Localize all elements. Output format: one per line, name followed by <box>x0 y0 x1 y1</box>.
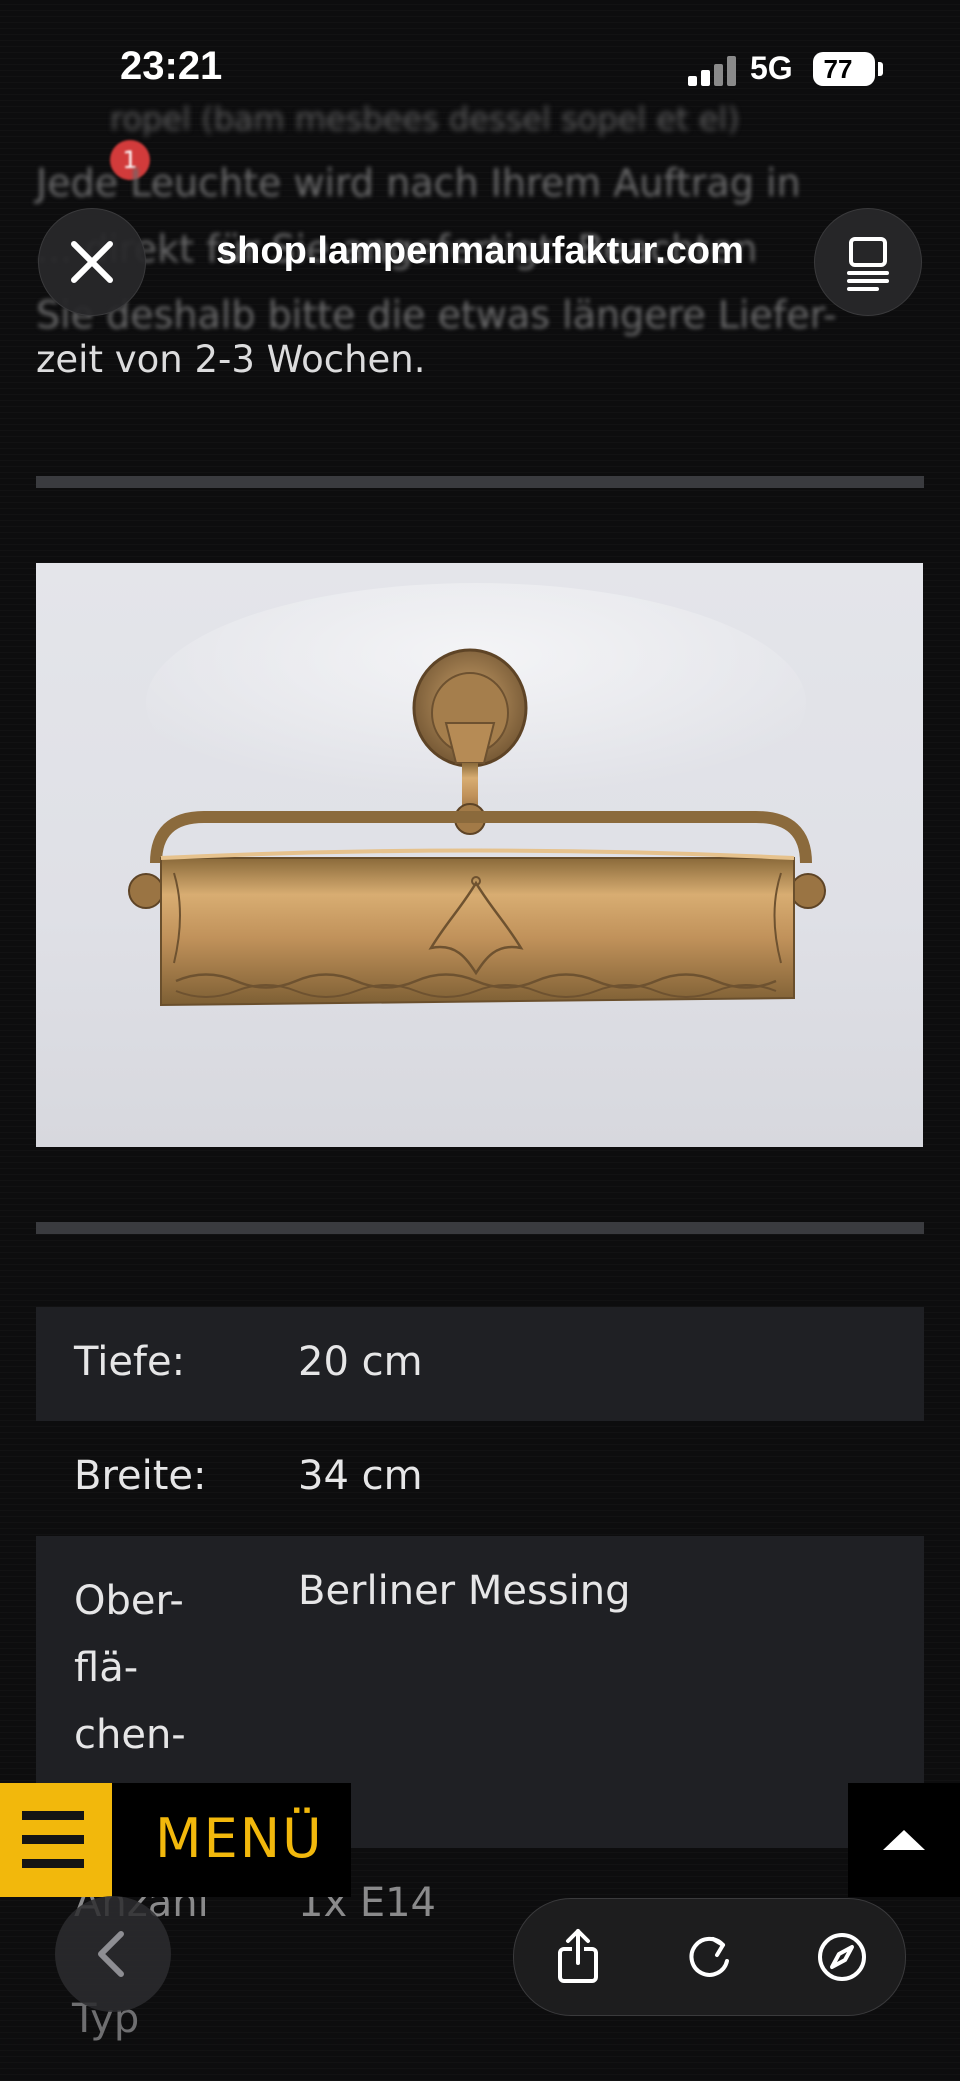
reload-icon[interactable] <box>677 1925 741 1989</box>
cellular-signal-icon <box>688 54 736 86</box>
reader-button[interactable] <box>814 208 922 316</box>
status-time: 23:21 <box>120 44 223 88</box>
delivery-time-text: zeit von 2-3 Wochen. <box>36 338 426 381</box>
product-image <box>36 563 923 1147</box>
menu-icon <box>0 1783 112 1897</box>
battery-icon: 77 <box>813 52 875 86</box>
spec-value: Berliner Messing <box>298 1568 631 1614</box>
url-bar: shop.lampenmanufaktur.com <box>0 200 960 324</box>
url-text[interactable]: shop.lampenmanufaktur.com <box>150 230 810 273</box>
close-icon <box>71 241 113 283</box>
browser-toolbar <box>513 1898 906 2016</box>
scroll-top-icon[interactable] <box>848 1783 960 1897</box>
battery-tip <box>878 62 883 76</box>
menu-button[interactable]: MENÜ <box>0 1783 351 1897</box>
spec-value: 20 cm <box>298 1339 423 1385</box>
spec-row-width: Breite: 34 cm <box>36 1421 924 1536</box>
status-bar: 23:21 5G 77 <box>0 0 960 140</box>
compass-icon[interactable] <box>810 1925 874 1989</box>
back-icon <box>98 1931 124 1977</box>
close-button[interactable] <box>38 208 146 316</box>
spec-label: Tiefe: <box>74 1339 186 1385</box>
network-type: 5G <box>750 50 793 86</box>
section-divider <box>36 476 924 488</box>
battery-level: 77 <box>823 54 853 84</box>
spec-value: 34 cm <box>298 1453 423 1499</box>
reader-icon <box>847 237 889 291</box>
back-button[interactable] <box>55 1896 171 2012</box>
section-divider <box>36 1222 924 1234</box>
menu-label: MENÜ <box>155 1807 324 1870</box>
brass-picture-lamp-illustration <box>128 583 826 1007</box>
spec-row-depth: Tiefe: 20 cm <box>36 1307 924 1421</box>
spec-label: Breite: <box>74 1453 207 1499</box>
share-icon[interactable] <box>546 1925 610 1989</box>
